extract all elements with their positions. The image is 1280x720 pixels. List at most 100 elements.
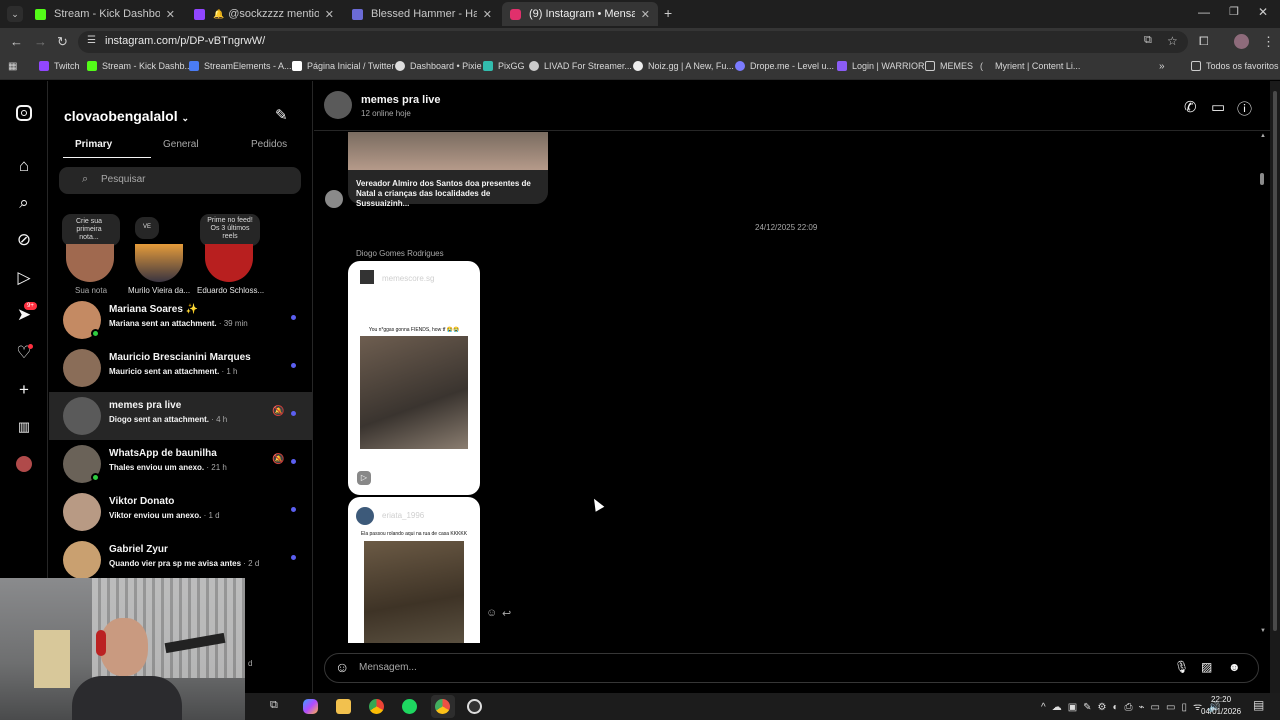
profile-avatar[interactable] xyxy=(1234,34,1249,49)
explore-icon[interactable]: ⊘ xyxy=(14,230,34,250)
microphone-icon[interactable]: 🎙 xyxy=(1174,660,1189,674)
back-icon[interactable]: ← xyxy=(10,34,23,49)
system-tray-icons[interactable]: ^☁▣✎⚙◐⎙⌁▭▭▯ᯤ🔊 xyxy=(1041,699,1227,713)
install-app-icon[interactable]: ⧉ xyxy=(1144,34,1152,47)
clock-date[interactable]: 04/01/2026 xyxy=(1201,707,1241,716)
bookmark-twitch[interactable]: Twitch xyxy=(39,61,80,71)
conversation-item[interactable]: Viktor Donato Viktor enviou um anexo. · … xyxy=(49,488,313,536)
image-icon[interactable]: ▨ xyxy=(1201,660,1212,674)
group-avatar[interactable] xyxy=(324,91,352,119)
bookmark-pixgg[interactable]: PixGG xyxy=(483,61,525,71)
bookmark-twitter[interactable]: Página Inicial / Twitter xyxy=(292,61,394,71)
reel-video-thumbnail[interactable] xyxy=(360,336,468,449)
clock-time[interactable]: 22:20 xyxy=(1211,695,1231,704)
bookmark-streamelements[interactable]: StreamElements - A... xyxy=(189,61,292,71)
bookmark-warrior[interactable]: Login | WARRIOR xyxy=(837,61,925,71)
notification-center-icon[interactable]: ▤ xyxy=(1253,698,1264,712)
reel-video-thumbnail[interactable] xyxy=(364,541,464,643)
forward-icon[interactable]: → xyxy=(34,34,47,49)
copilot-icon[interactable] xyxy=(303,699,318,714)
note-avatar[interactable] xyxy=(135,244,183,282)
note-avatar[interactable] xyxy=(205,244,253,282)
tab-kick-dashboard[interactable]: Stream - Kick Dashboard ✕ xyxy=(27,2,183,26)
tab-general[interactable]: General xyxy=(163,139,199,150)
message-composer[interactable]: ☺ Mensagem... 🎙 ▨ ☻ xyxy=(324,653,1259,683)
tab-twitch-mention[interactable]: 🔔 @sockzzzz mentioned you ✕ xyxy=(186,2,342,26)
notifications-icon[interactable]: ♡ xyxy=(14,343,34,363)
phone-icon[interactable]: ✆ xyxy=(1184,98,1197,116)
close-icon[interactable]: ✕ xyxy=(325,8,334,21)
new-tab-button[interactable]: + xyxy=(664,5,672,21)
page-scrollbar[interactable] xyxy=(1270,81,1280,693)
bookmark-noiz[interactable]: Noiz.gg | A New, Fu... xyxy=(633,61,734,71)
reply-icon[interactable]: ↩ xyxy=(502,607,511,620)
page-scroll-thumb[interactable] xyxy=(1273,91,1277,631)
home-icon[interactable]: ⌂ xyxy=(14,156,34,176)
all-bookmarks-folder[interactable]: Todos os favoritos xyxy=(1191,61,1279,71)
tab-requests[interactable]: Pedidos xyxy=(251,139,287,150)
bookmark-folder-memes[interactable]: MEMES xyxy=(925,61,973,71)
tab-instagram[interactable]: (9) Instagram • Mensagens ✕ xyxy=(502,2,658,26)
file-explorer-icon[interactable] xyxy=(336,699,351,714)
spotify-icon[interactable] xyxy=(402,699,417,714)
unread-dot xyxy=(291,411,296,416)
more-bookmarks-icon[interactable]: » xyxy=(1159,61,1165,72)
close-icon[interactable]: ✕ xyxy=(483,8,492,21)
chrome-icon[interactable] xyxy=(369,699,384,714)
reload-icon[interactable]: ↻ xyxy=(57,34,68,50)
close-icon[interactable]: ✕ xyxy=(166,8,175,21)
profile-avatar[interactable] xyxy=(14,454,34,474)
extensions-icon[interactable]: ⧠ xyxy=(1199,34,1209,49)
account-switcher[interactable]: clovaobengalalol ⌄ xyxy=(64,108,189,124)
conversation-name: Viktor Donato xyxy=(109,496,175,507)
chat-scrollbar[interactable]: ▲ ▼ xyxy=(1257,133,1267,638)
window-close-button[interactable]: ✕ xyxy=(1258,5,1268,19)
minimize-button[interactable]: — xyxy=(1198,5,1210,19)
bookmark-pixie[interactable]: Dashboard • Pixie xyxy=(395,61,482,71)
menu-icon[interactable]: ⋮ xyxy=(1262,34,1275,50)
conversation-item[interactable]: Mauricio Brescianini Marques Mauricio se… xyxy=(49,344,313,392)
chat-title[interactable]: memes pra live xyxy=(361,94,441,106)
conversation-item-selected[interactable]: memes pra live Diogo sent an attachment.… xyxy=(49,392,313,440)
dashboard-icon[interactable]: ▥ xyxy=(14,417,34,437)
conversation-item[interactable]: Gabriel Zyur Quando vier pra sp me avisa… xyxy=(49,536,313,584)
video-icon[interactable]: ▭ xyxy=(1211,98,1225,116)
reel-author: memescore.sg xyxy=(382,274,435,283)
scroll-up-arrow[interactable]: ▲ xyxy=(1260,133,1266,139)
scroll-thumb[interactable] xyxy=(1260,173,1264,185)
close-icon[interactable]: ✕ xyxy=(641,8,650,21)
reels-icon[interactable]: ▷ xyxy=(14,268,34,288)
search-icon[interactable]: ⌕ xyxy=(14,193,34,213)
compose-icon[interactable]: ✎ xyxy=(275,106,288,124)
create-icon[interactable]: + xyxy=(14,380,34,400)
bookmark-kick[interactable]: Stream - Kick Dashb... xyxy=(87,61,192,71)
bookmark-livad[interactable]: LIVAD For Streamer... xyxy=(529,61,632,71)
obs-icon[interactable] xyxy=(467,699,482,714)
sticker-icon[interactable]: ☻ xyxy=(1228,660,1241,674)
react-emoji-icon[interactable]: ☺ xyxy=(486,607,497,619)
address-bar[interactable]: ☰ instagram.com/p/DP-vBTngrwW/ ⧉ ☆ xyxy=(78,31,1188,53)
scroll-down-arrow[interactable]: ▼ xyxy=(1260,628,1266,634)
emoji-icon[interactable]: ☺ xyxy=(335,659,349,675)
shared-reel-card[interactable]: memescore.sg You n*ggas gonna FIENDS, ho… xyxy=(348,261,480,495)
note-avatar[interactable] xyxy=(66,244,114,282)
bookmark-drope[interactable]: Drope.me - Level u... xyxy=(735,61,834,71)
bookmark-star-icon[interactable]: ☆ xyxy=(1167,34,1178,48)
tab-primary[interactable]: Primary xyxy=(75,139,112,150)
tab-blessed-hammer[interactable]: Blessed Hammer - Hammerku ✕ xyxy=(344,2,500,26)
site-info-icon[interactable]: ☰ xyxy=(87,35,96,46)
shared-post-image[interactable] xyxy=(348,132,548,170)
shared-reel-card[interactable]: eriata_1996 Ela passou rolando aqui na r… xyxy=(348,497,480,643)
info-icon[interactable]: ⓘ xyxy=(1237,98,1252,119)
conversation-item[interactable]: Mariana Soares ✨ Mariana sent an attachm… xyxy=(49,296,313,344)
bookmark-myrient[interactable]: (Myrient | Content Li... xyxy=(980,61,1080,71)
apps-icon[interactable]: ▦ xyxy=(8,61,17,72)
messages-icon[interactable]: ➤ 9+ xyxy=(14,302,37,325)
reel-author-avatar xyxy=(356,507,374,525)
tab-search-icon[interactable]: ⌄ xyxy=(7,6,23,22)
search-input[interactable]: ⌕ Pesquisar xyxy=(59,167,301,194)
instagram-logo-icon[interactable] xyxy=(14,103,34,123)
conversation-item[interactable]: WhatsApp de baunilha Thales enviou um an… xyxy=(49,440,313,488)
task-view-icon[interactable]: ⧉ xyxy=(270,699,285,714)
restore-button[interactable]: ❐ xyxy=(1229,5,1239,18)
